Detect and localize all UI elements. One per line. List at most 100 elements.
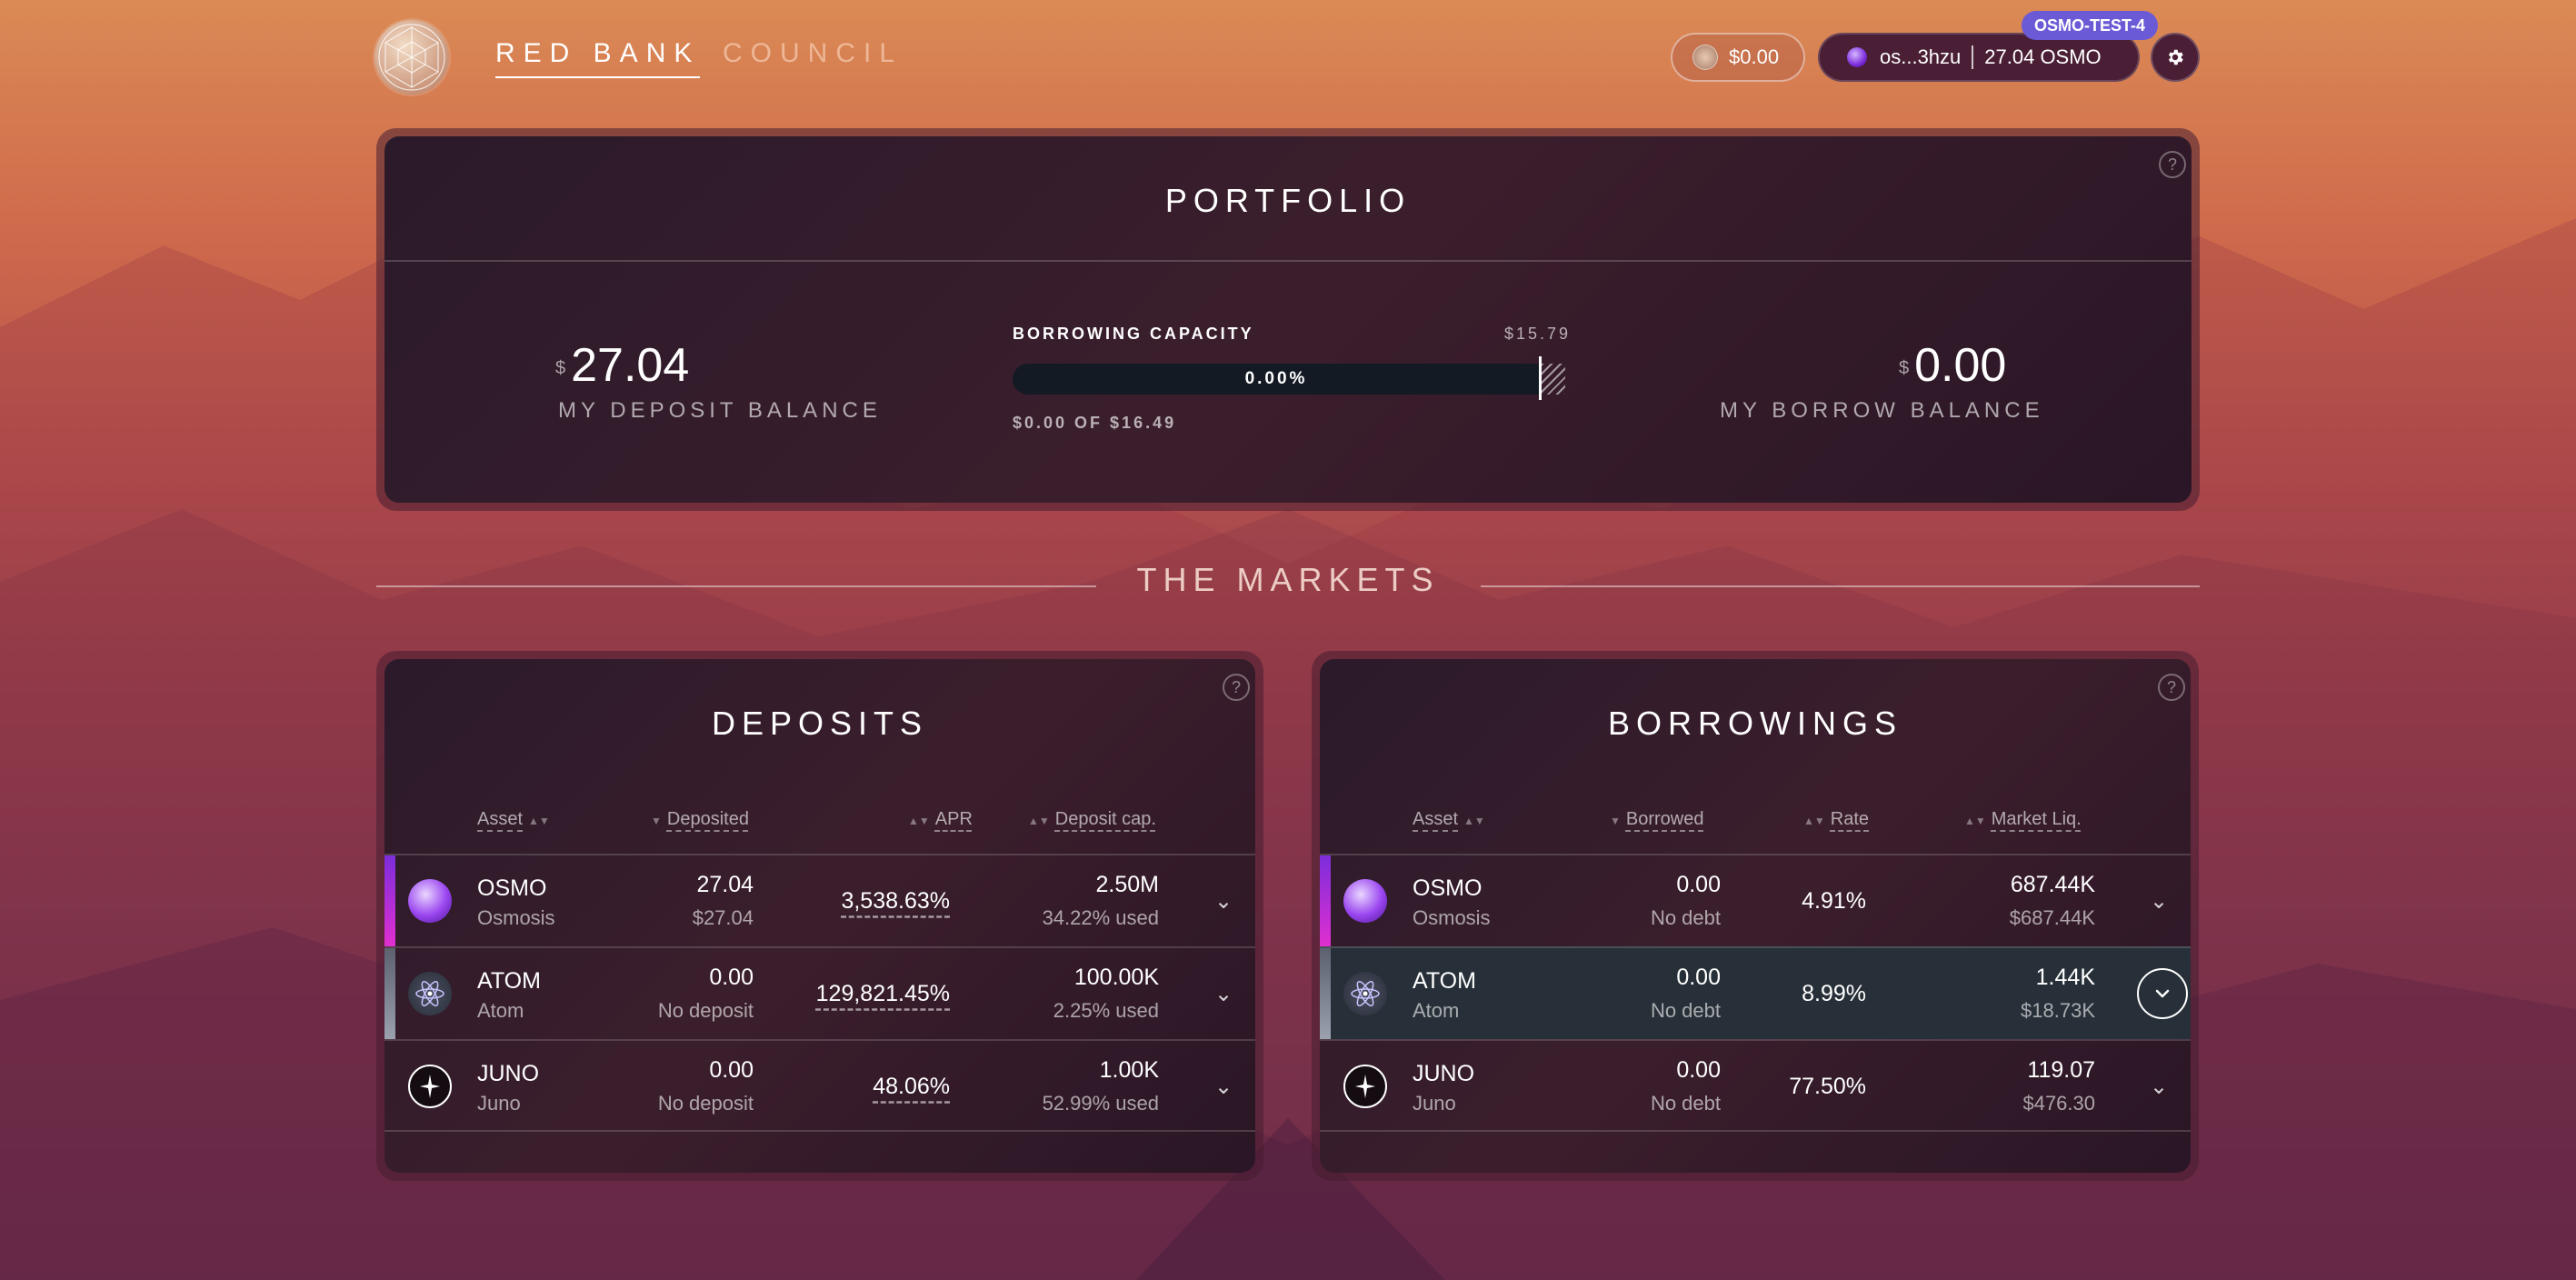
nav-council[interactable]: COUNCIL — [723, 38, 903, 69]
column-apr-label: APR — [934, 809, 973, 829]
chevron-down-icon[interactable]: ⌄ — [1210, 888, 1237, 915]
sort-desc-icon: ▼ — [1610, 815, 1621, 827]
portfolio-help-icon[interactable]: ? — [2159, 151, 2186, 178]
column-deposit-cap-label: Deposit cap. — [1054, 809, 1156, 829]
deposited-value: No deposit — [657, 1092, 754, 1115]
column-market-liquidity-label: Market Liq. — [1991, 809, 2082, 829]
expand-row-button[interactable] — [2137, 968, 2188, 1019]
wallet-address: os...3hzu — [1880, 45, 1962, 68]
market-liquidity-value: $687.44K — [2009, 906, 2095, 929]
asset-name: Atom — [477, 999, 524, 1022]
wallet-button[interactable]: os...3hzu 27.04 OSMO — [1818, 33, 2140, 82]
table-row[interactable]: JUNO Juno 0.00 No deposit 48.06% 1.00K 5… — [384, 1039, 1255, 1132]
borrow-rate: 4.91% — [1802, 888, 1866, 914]
atom-icon — [1343, 972, 1387, 1015]
asset-symbol: OSMO — [477, 875, 547, 901]
table-row[interactable]: ATOM Atom 0.00 No debt 8.99% 1.44K $18.7… — [1320, 946, 2191, 1039]
apr-value: 3,538.63% — [841, 888, 950, 914]
deposit-cap-value: 1.00K — [1099, 1057, 1159, 1083]
wallet-separator — [1972, 45, 1974, 69]
juno-spark-icon — [420, 1075, 440, 1098]
osmo-icon — [1343, 879, 1387, 923]
column-deposit-cap[interactable]: ▲▼ Deposit cap. — [1023, 809, 1156, 830]
deposit-amount: 27.04 — [571, 339, 690, 392]
balance-pill[interactable]: $0.00 — [1671, 33, 1805, 82]
borrowed-amount: 0.00 — [1676, 965, 1721, 990]
asset-symbol: OSMO — [1413, 875, 1483, 901]
asset-name: Osmosis — [477, 906, 555, 929]
deposits-help-icon[interactable]: ? — [1223, 674, 1250, 701]
sort-icon: ▲▼ — [908, 815, 930, 827]
portfolio-divider — [384, 260, 2192, 262]
asset-symbol: ATOM — [1413, 968, 1476, 994]
markets-title: THE MARKETS — [1136, 561, 1440, 598]
sort-icon: ▲▼ — [528, 815, 550, 827]
apr-value: 48.06% — [873, 1074, 950, 1099]
borrowing-capacity-title: BORROWING CAPACITY — [1013, 325, 1254, 343]
atom-icon — [408, 972, 452, 1015]
borrow-rate: 77.50% — [1789, 1074, 1866, 1099]
table-row[interactable]: JUNO Juno 0.00 No debt 77.50% 119.07 $47… — [1320, 1039, 2191, 1132]
table-row[interactable]: OSMO Osmosis 0.00 No debt 4.91% 687.44K … — [1320, 854, 2191, 946]
juno-icon — [408, 1065, 452, 1108]
apr-value: 129,821.45% — [815, 981, 950, 1006]
nav-red-bank[interactable]: RED BANK — [495, 38, 701, 78]
sort-desc-icon: ▼ — [651, 815, 662, 827]
borrowing-capacity-percent: 0.00% — [1244, 369, 1308, 388]
market-liquidity: 119.07 — [2027, 1057, 2095, 1083]
borrowings-title: BORROWINGS — [1607, 705, 1902, 742]
chevron-down-icon[interactable]: ⌄ — [1210, 981, 1237, 1008]
deposited-value: $27.04 — [692, 906, 754, 929]
market-liquidity-value: $18.73K — [2021, 999, 2095, 1022]
liquidation-hatch — [1542, 364, 1565, 395]
atom-accent — [1320, 948, 1331, 1039]
deposit-cap-used: 52.99% used — [1042, 1092, 1159, 1115]
market-liquidity: 687.44K — [2010, 872, 2095, 897]
market-liquidity: 1.44K — [2035, 965, 2095, 990]
column-asset[interactable]: Asset ▲▼ — [1413, 809, 1491, 830]
column-asset[interactable]: Asset ▲▼ — [477, 809, 555, 830]
asset-symbol: ATOM — [477, 968, 541, 994]
geodesic-logo-icon — [378, 24, 445, 91]
borrowings-table: OSMO Osmosis 0.00 No debt 4.91% 687.44K … — [1320, 854, 2191, 1132]
deposited-value: No deposit — [657, 999, 754, 1022]
asset-name: Osmosis — [1413, 906, 1491, 929]
column-borrowed[interactable]: ▼ Borrowed — [1604, 809, 1704, 830]
deposit-cap-used: 34.22% used — [1042, 906, 1159, 929]
atom-orbit-icon — [415, 981, 444, 1006]
debt-status: No debt — [1650, 999, 1721, 1022]
portfolio-card: ? PORTFOLIO $27.04 MY DEPOSIT BALANCE BO… — [376, 128, 2200, 511]
column-deposited[interactable]: ▼ Deposited — [645, 809, 749, 830]
portfolio-title: PORTFOLIO — [1164, 182, 1412, 219]
table-row[interactable]: OSMO Osmosis 27.04 $27.04 3,538.63% 2.50… — [384, 854, 1255, 946]
balance-value: $0.00 — [1729, 45, 1780, 68]
asset-symbol: JUNO — [477, 1061, 540, 1086]
column-rate[interactable]: ▲▼ Rate — [1798, 809, 1869, 830]
column-market-liquidity[interactable]: ▲▼ Market Liq. — [1959, 809, 2082, 830]
settings-button[interactable] — [2151, 33, 2200, 82]
deposited-amount: 0.00 — [709, 965, 754, 990]
borrowings-card: ? BORROWINGS Asset ▲▼ ▼ Borrowed ▲▼ Rate ▲▼… — [1312, 651, 2199, 1181]
gear-icon — [2168, 49, 2183, 65]
column-apr[interactable]: ▲▼ APR — [903, 809, 973, 830]
deposited-amount: 27.04 — [696, 872, 754, 897]
osmo-accent — [1320, 855, 1331, 946]
deposit-cap-value: 100.00K — [1073, 965, 1159, 990]
market-liquidity-value: $476.30 — [2022, 1092, 2095, 1115]
column-asset-label: Asset — [1413, 809, 1459, 829]
osmo-icon — [408, 879, 452, 923]
chevron-down-icon[interactable]: ⌄ — [2145, 1074, 2172, 1101]
mars-logo[interactable] — [374, 20, 449, 95]
borrowings-help-icon[interactable]: ? — [2158, 674, 2185, 701]
osmo-icon — [1847, 47, 1867, 67]
juno-spark-icon — [1355, 1075, 1375, 1098]
chevron-down-icon[interactable]: ⌄ — [2145, 888, 2172, 915]
borrowing-capacity-bar: 0.00% — [1013, 364, 1540, 395]
column-borrowed-label: Borrowed — [1625, 809, 1704, 829]
deposit-currency: $ — [555, 358, 566, 378]
borrow-rate: 8.99% — [1802, 981, 1866, 1006]
chevron-down-icon[interactable]: ⌄ — [1210, 1074, 1237, 1101]
asset-name: Atom — [1413, 999, 1460, 1022]
table-row[interactable]: ATOM Atom 0.00 No deposit 129,821.45% 10… — [384, 946, 1255, 1039]
network-badge: OSMO-TEST-4 — [2022, 11, 2159, 40]
